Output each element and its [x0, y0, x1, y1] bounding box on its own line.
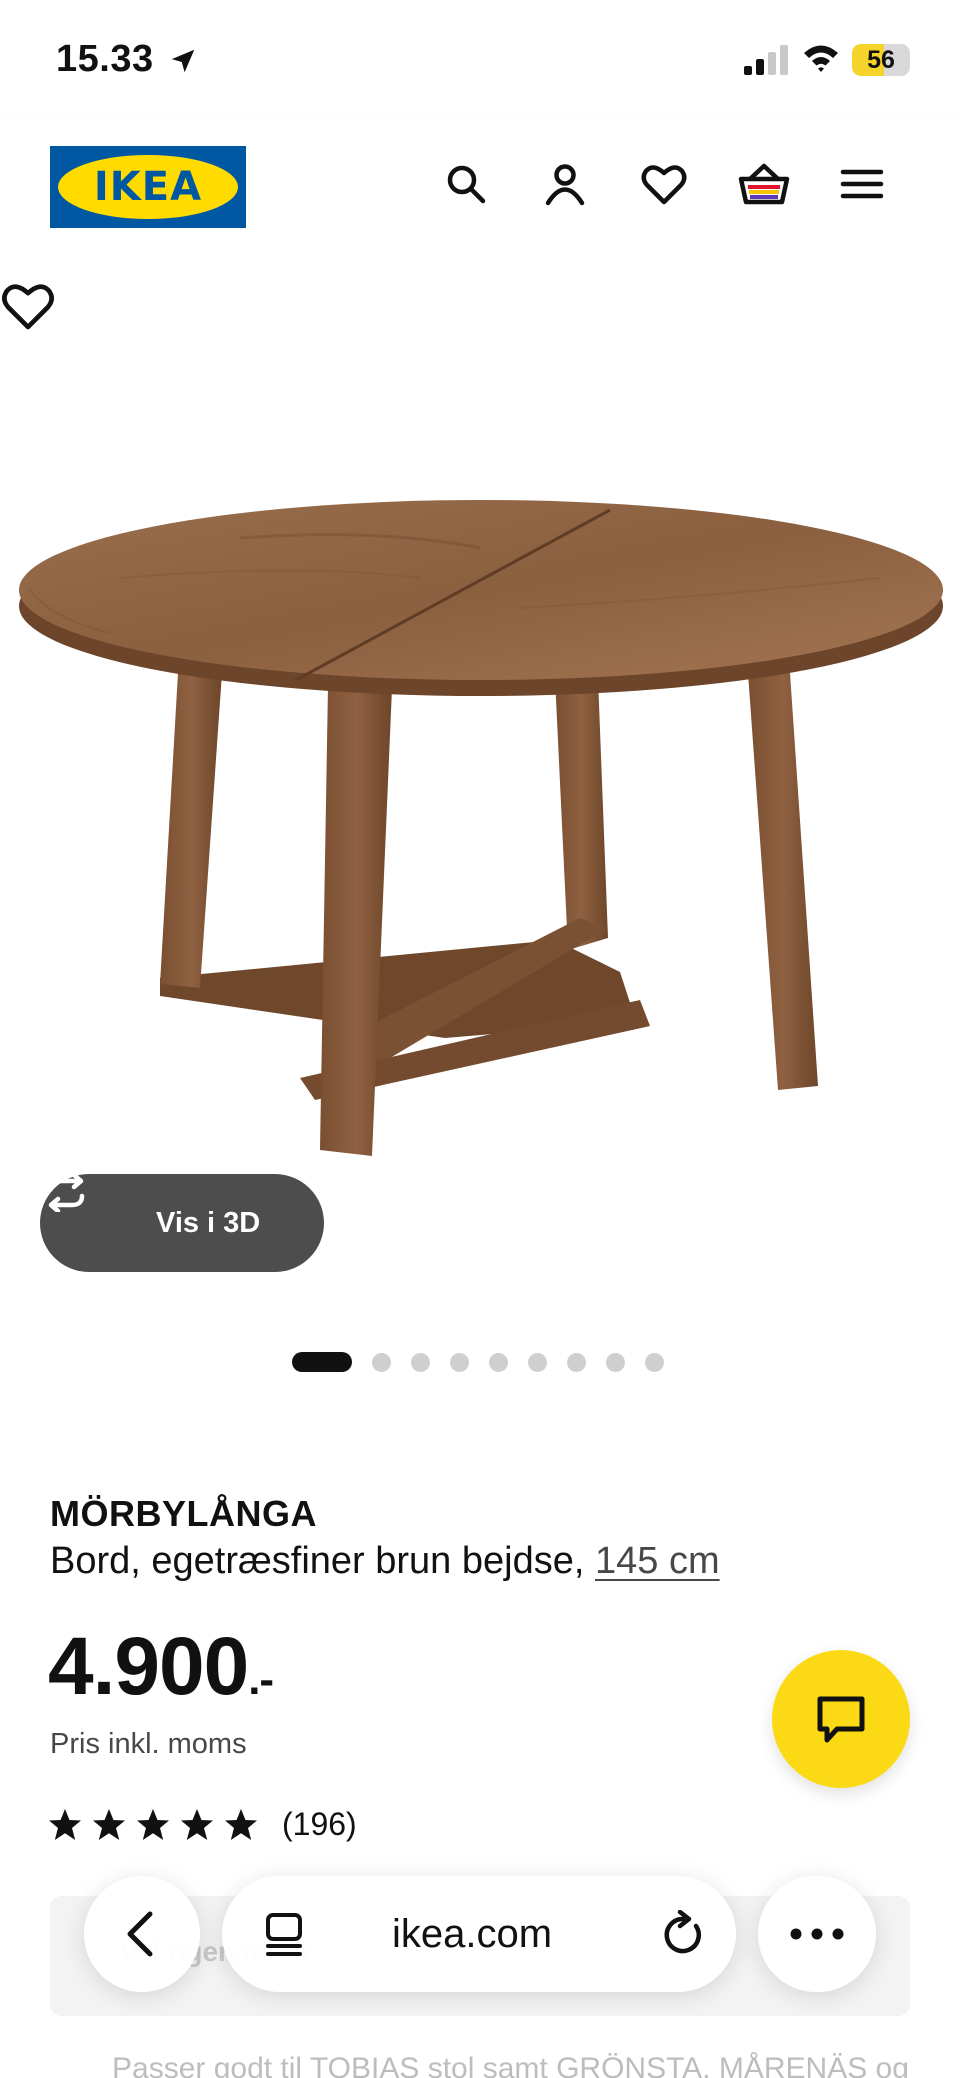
carousel-dot[interactable] — [489, 1353, 508, 1372]
suggestion-text: Passer godt til TOBIAS stol samt GRÖNSTA… — [112, 2052, 909, 2078]
browser-more-button[interactable] — [758, 1876, 876, 1992]
heart-icon[interactable] — [640, 160, 688, 208]
review-count[interactable]: (196) — [282, 1806, 357, 1843]
star-icon — [93, 1809, 125, 1840]
reload-icon[interactable] — [660, 1910, 706, 1958]
price-value: 4.900 — [48, 1621, 249, 1712]
signal-icon — [744, 45, 788, 75]
star-icon — [49, 1809, 81, 1840]
carousel-dot[interactable] — [411, 1353, 430, 1372]
address-bar[interactable]: ikea.com — [222, 1876, 736, 1992]
carousel-dot-active[interactable] — [292, 1352, 352, 1372]
carousel-dot[interactable] — [606, 1353, 625, 1372]
star-icon — [137, 1809, 169, 1840]
carousel-dot[interactable] — [450, 1353, 469, 1372]
location-arrow-icon — [171, 49, 195, 73]
product-description-text: Bord, egetræsfiner brun bejdse, — [50, 1540, 595, 1582]
view-in-3d-button[interactable]: Vis i 3D — [40, 1174, 324, 1272]
tab-overview-icon — [266, 1913, 302, 1956]
star-icon — [225, 1809, 257, 1840]
product-description: Bord, egetræsfiner brun bejdse, 145 cm — [50, 1540, 720, 1583]
account-icon[interactable] — [541, 160, 589, 208]
table-image — [19, 500, 943, 1156]
chat-icon — [817, 1696, 865, 1743]
view-in-3d-label: Vis i 3D — [156, 1207, 261, 1239]
size-link[interactable]: 145 cm — [595, 1540, 720, 1582]
cart-icon[interactable] — [738, 160, 790, 208]
ikea-logo[interactable]: IKEA — [50, 146, 246, 228]
price-suffix: .- — [248, 1655, 274, 1704]
price-note: Pris inkl. moms — [50, 1728, 247, 1760]
rotate-3d-icon — [47, 1174, 85, 1212]
search-icon[interactable] — [442, 160, 490, 208]
carousel-dot[interactable] — [372, 1353, 391, 1372]
battery-level: 56 — [867, 46, 895, 74]
status-bar: 15.33 56 — [0, 0, 960, 120]
star-icon — [181, 1809, 213, 1840]
status-time: 15.33 — [56, 38, 154, 80]
logo-text: IKEA — [93, 164, 203, 210]
more-dots-icon — [790, 1928, 844, 1940]
site-header: IKEA — [0, 120, 960, 278]
product-image-gallery[interactable]: Vis i 3D — [0, 278, 960, 1308]
carousel-dot[interactable] — [567, 1353, 586, 1372]
battery-icon: 56 — [852, 44, 910, 76]
favorite-product-icon[interactable] — [0, 278, 56, 334]
url-text: ikea.com — [392, 1912, 553, 1956]
wifi-icon — [804, 45, 838, 72]
browser-toolbar: ikea.com — [0, 1860, 960, 2000]
chevron-left-icon — [127, 1911, 153, 1957]
product-name: MÖRBYLÅNGA — [50, 1493, 317, 1534]
product-price: 4.900.- — [48, 1620, 274, 1714]
menu-icon[interactable] — [838, 160, 886, 208]
carousel-dot[interactable] — [645, 1353, 664, 1372]
carousel-dot[interactable] — [528, 1353, 547, 1372]
browser-back-button[interactable] — [84, 1876, 200, 1992]
chat-button[interactable] — [772, 1650, 910, 1788]
